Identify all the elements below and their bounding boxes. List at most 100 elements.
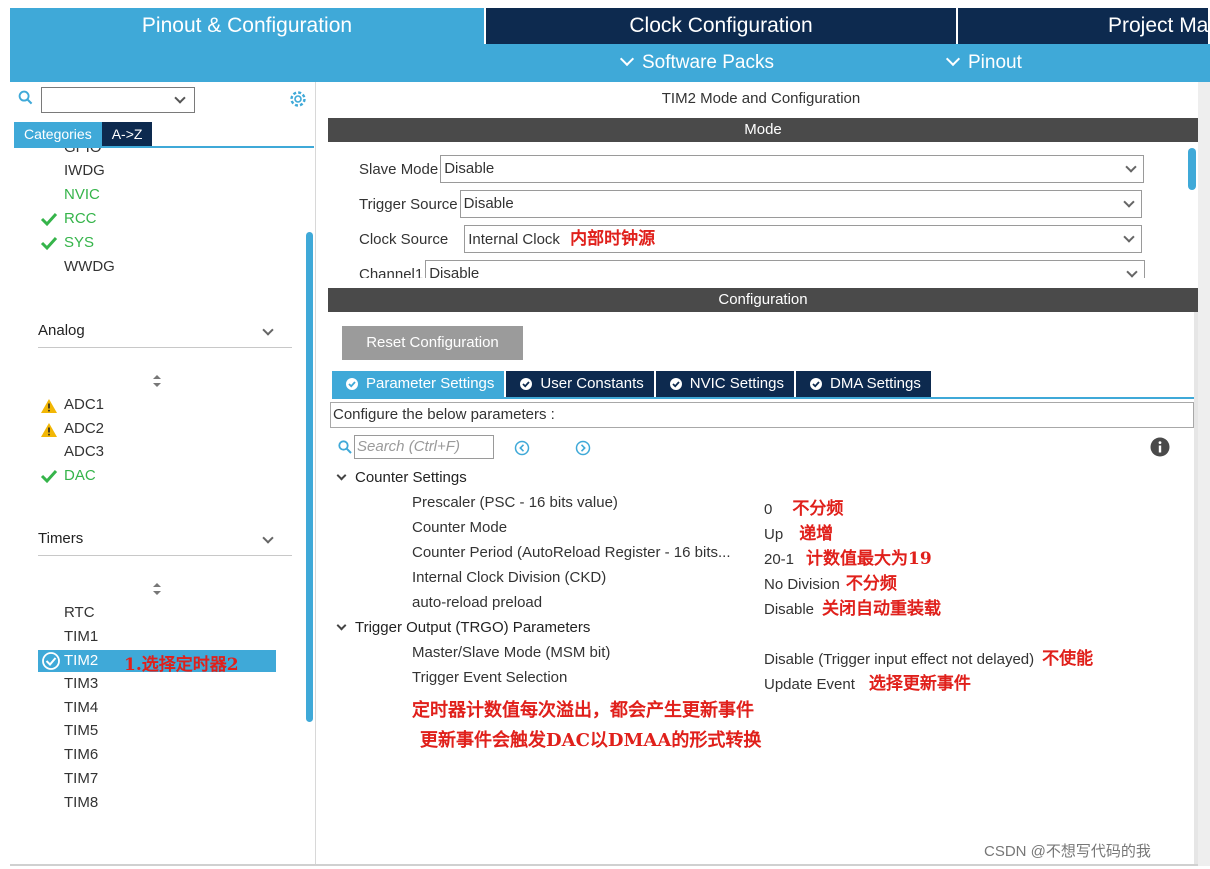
prescaler-value-row[interactable]: 0 不分频 (764, 494, 843, 519)
clock-division-annotation: 不分频 (845, 574, 897, 594)
prescaler-annotation: 不分频 (792, 499, 844, 519)
tab-parameter-settings[interactable]: Parameter Settings (332, 371, 507, 397)
category-item-tim3[interactable]: TIM3 (64, 675, 98, 692)
sort-arrows-icon[interactable] (152, 582, 162, 596)
timers-group-title: Timers (38, 530, 84, 547)
counter-settings-group[interactable]: Counter Settings (336, 469, 467, 486)
counter-mode-value: Up (764, 526, 784, 543)
chevron-down-icon (1126, 266, 1138, 278)
prescaler-label: Prescaler (PSC - 16 bits value) (412, 494, 618, 511)
next-match-icon[interactable] (575, 440, 591, 456)
counter-mode-value-row[interactable]: Up 递增 (764, 519, 833, 544)
analog-group-header[interactable]: Analog (38, 322, 292, 348)
parameter-description: Configure the below parameters : (330, 402, 1194, 428)
select-tim2-annotation: 1.选择定时器2 (124, 655, 239, 675)
tab-clock-configuration[interactable]: Clock Configuration (484, 8, 956, 44)
chevron-down-icon (945, 51, 961, 67)
category-sort-tabs: Categories A->Z (14, 122, 153, 146)
slave-mode-select[interactable]: Disable (440, 155, 1145, 183)
tab-nvic-settings[interactable]: NVIC Settings (655, 371, 796, 397)
chevron-down-icon (336, 620, 347, 631)
tab-pinout-configuration[interactable]: Pinout & Configuration (10, 8, 484, 44)
sort-arrows-icon[interactable] (152, 374, 162, 388)
chevron-down-icon (1122, 196, 1135, 208)
software-packs-label: Software Packs (642, 52, 774, 73)
software-packs-menu[interactable]: Software Packs (619, 51, 774, 74)
chevron-down-icon (174, 92, 186, 104)
msm-value-row[interactable]: Disable (Trigger input effect not delaye… (764, 644, 1093, 669)
counter-period-value: 20-1 (764, 551, 795, 568)
tab-a-to-z[interactable]: A->Z (101, 122, 153, 146)
category-item-nvic[interactable]: NVIC (64, 186, 100, 203)
previous-match-icon[interactable] (514, 440, 530, 456)
category-item-adc2[interactable]: ADC2 (64, 420, 104, 437)
search-icon[interactable] (18, 90, 33, 105)
tab-underline (332, 397, 1194, 399)
auto-reload-preload-value-row[interactable]: Disable 关闭自动重装载 (764, 594, 941, 619)
chevron-down-icon (336, 470, 347, 481)
gear-icon[interactable] (288, 89, 308, 109)
trigger-event-value-row[interactable]: Update Event 选择更新事件 (764, 669, 971, 694)
channel1-select[interactable]: Disable (425, 260, 1146, 278)
msm-label: Master/Slave Mode (MSM bit) (412, 644, 611, 661)
chevron-down-icon (262, 324, 274, 336)
clock-division-value-row[interactable]: No Division 不分频 (764, 569, 897, 594)
counter-period-value-row[interactable]: 20-1 计数值最大为19 (764, 544, 932, 569)
clock-source-select[interactable]: Internal Clock 内部时钟源 (464, 225, 1143, 253)
category-item-rtc[interactable]: RTC (64, 604, 95, 621)
check-circle-icon (42, 652, 60, 670)
category-item-adc1[interactable]: ADC1 (64, 396, 104, 413)
counter-mode-annotation: 递增 (799, 524, 834, 544)
category-item-gpio[interactable]: GPIO (64, 148, 102, 156)
analog-group-title: Analog (38, 322, 85, 339)
category-item-tim6[interactable]: TIM6 (64, 746, 98, 763)
category-item-tim2[interactable]: TIM2 1.选择定时器2 (38, 650, 276, 675)
counter-period-annotation: 计数值最大为19 (806, 549, 932, 569)
auto-reload-preload-annotation: 关闭自动重装载 (822, 599, 942, 619)
tab-user-constants[interactable]: User Constants (506, 371, 656, 397)
category-item-iwdg[interactable]: IWDG (64, 162, 105, 179)
category-item-adc3[interactable]: ADC3 (64, 443, 104, 460)
overflow-note: 定时器计数值每次溢出，都会产生更新事件 (412, 700, 754, 721)
info-icon[interactable] (1150, 437, 1170, 457)
clock-source-annotation: 内部时钟源 (570, 229, 656, 249)
warning-icon (41, 399, 57, 413)
trigger-event-label: Trigger Event Selection (412, 669, 568, 686)
category-item-tim8[interactable]: TIM8 (64, 794, 98, 811)
slave-mode-row: Slave Mode Disable (359, 155, 1145, 183)
parameter-tabs: Parameter Settings User Constants NVIC S… (332, 371, 933, 397)
pinout-label: Pinout (968, 52, 1022, 73)
pinout-menu[interactable]: Pinout (945, 51, 1022, 74)
tab-categories[interactable]: Categories (14, 122, 102, 146)
category-search-input[interactable] (41, 87, 195, 113)
csdn-watermark: CSDN @不想写代码的我 (984, 843, 1151, 860)
search-icon[interactable] (338, 440, 352, 454)
category-item-tim4[interactable]: TIM4 (64, 699, 98, 716)
mode-section-bar: Mode (328, 118, 1198, 142)
timers-group-header[interactable]: Timers (38, 530, 292, 556)
tab-dma-settings[interactable]: DMA Settings (796, 371, 933, 397)
category-item-dac[interactable]: DAC (64, 467, 96, 484)
auto-reload-preload-label: auto-reload preload (412, 594, 543, 611)
trigger-source-select[interactable]: Disable (459, 190, 1142, 218)
msm-value: Disable (Trigger input effect not delaye… (764, 651, 1035, 668)
category-item-tim1[interactable]: TIM1 (64, 628, 98, 645)
mode-scrollbar[interactable] (1188, 148, 1196, 190)
category-item-tim5[interactable]: TIM5 (64, 722, 98, 739)
category-item-tim7[interactable]: TIM7 (64, 770, 98, 787)
counter-mode-label: Counter Mode (412, 519, 508, 536)
trigger-source-value: Disable (463, 195, 514, 212)
chevron-down-icon (262, 532, 274, 544)
tab-project-manager[interactable]: Project Ma (956, 8, 1208, 44)
tab-nvic-settings-label: NVIC Settings (689, 375, 784, 392)
parameter-search-input[interactable]: Search (Ctrl+F) (354, 435, 494, 459)
category-item-sys[interactable]: SYS (64, 234, 94, 251)
category-scrollbar[interactable] (306, 232, 313, 722)
reset-configuration-button[interactable]: Reset Configuration (342, 326, 523, 360)
category-item-wwdg[interactable]: WWDG (64, 258, 115, 275)
trgo-parameters-group[interactable]: Trigger Output (TRGO) Parameters (336, 619, 590, 636)
clock-division-label: Internal Clock Division (CKD) (412, 569, 607, 586)
channel1-value: Disable (429, 265, 480, 278)
category-item-rcc[interactable]: RCC (64, 210, 97, 227)
counter-settings-title: Counter Settings (355, 469, 467, 486)
